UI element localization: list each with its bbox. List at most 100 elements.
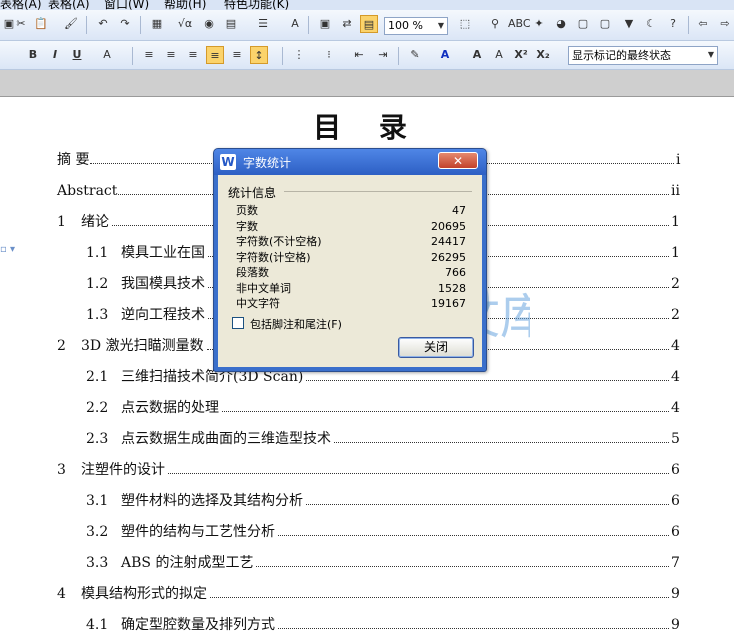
toc-entry-number: 1 <box>57 214 66 230</box>
toc-entry[interactable]: 3.2 塑件的结构与工艺性分析 6 <box>86 522 680 542</box>
chevron-down-icon[interactable]: ▼ <box>705 47 717 63</box>
reading-layout-icon[interactable]: ▤ <box>360 15 378 33</box>
toc-entry[interactable]: 3.1 塑件材料的选择及其结构分析 6 <box>86 491 680 511</box>
toc-entry[interactable]: 3.3 ABS 的注射成型工艺 7 <box>86 553 680 573</box>
toc-entry[interactable]: 2.2 点云数据的处理 4 <box>86 398 680 418</box>
show-marks-icon[interactable]: ⇄ <box>338 15 356 33</box>
shrink-font-icon[interactable]: A <box>490 46 508 64</box>
distribute-icon[interactable]: ≡ <box>228 46 246 64</box>
document-icon[interactable]: ▢ <box>574 15 592 33</box>
comment-icon[interactable]: ▼ <box>620 15 638 33</box>
toc-entry-number: 3 <box>57 462 66 478</box>
justify-icon[interactable]: ≡ <box>206 46 224 64</box>
highlight-icon[interactable]: ✎ <box>406 46 424 64</box>
statistic-row: 非中文单词 1528 <box>236 281 466 296</box>
toc-leader-dots <box>210 597 669 598</box>
menu-item-features[interactable]: 特色功能(K) <box>224 0 289 10</box>
statistic-row: 页数 47 <box>236 203 466 218</box>
toc-leader-dots <box>334 442 669 443</box>
numbering-icon[interactable]: ⋮ <box>290 46 308 64</box>
chevron-down-icon[interactable]: ▼ <box>435 18 447 34</box>
zoom-combo[interactable]: 100 % ▼ <box>384 17 448 35</box>
toc-entry-text: ABS 的注射成型工艺 <box>121 553 256 573</box>
text-direction-icon[interactable]: A <box>286 15 304 33</box>
close-button[interactable]: 关闭 <box>398 337 474 358</box>
redo-icon[interactable]: ↷ <box>116 15 134 33</box>
toc-entry-text: 3D 激光扫瞄测量数 <box>81 336 206 356</box>
zoom-value: 100 % <box>388 19 423 32</box>
spellcheck-icon[interactable]: ABC <box>508 15 531 33</box>
toc-entry-text: 逆向工程技术 <box>121 305 207 325</box>
toolbar-separator <box>308 16 309 34</box>
toc-entry-text: 模具工业在国 <box>121 243 207 263</box>
statistic-label: 页数 <box>236 204 258 217</box>
toc-leader-dots <box>168 473 669 474</box>
toc-entry-number: 4 <box>57 586 66 602</box>
decrease-indent-icon[interactable]: ⇤ <box>350 46 368 64</box>
toc-entry-page: i <box>676 152 681 168</box>
include-footnotes-checkbox[interactable] <box>232 317 244 329</box>
dialog-body: 统计信息 页数 47 字数 20695 字符数(不计空格) 24417 字符数(计空格) 26… <box>218 175 482 367</box>
moon-icon[interactable]: ☾ <box>642 15 660 33</box>
menu-item-window[interactable]: 窗口(W) <box>104 0 149 10</box>
italic-button[interactable]: I <box>46 46 64 64</box>
browser-icon[interactable]: ◕ <box>552 15 570 33</box>
template-icon[interactable]: ▢ <box>596 15 614 33</box>
statistic-label: 段落数 <box>236 266 269 279</box>
superscript-icon[interactable]: X² <box>512 46 530 64</box>
toc-entry-text: 塑件的结构与工艺性分析 <box>121 522 277 542</box>
menu-item-table[interactable]: 表格(A) <box>48 0 90 10</box>
menu-bar: 表格(A) 表格(A) 窗口(W) 帮助(H) 特色功能(K) <box>0 0 734 10</box>
toc-entry[interactable]: 2.3 点云数据生成曲面的三维造型技术 5 <box>86 429 680 449</box>
toc-entry[interactable]: 4 模具结构形式的拟定 9 <box>57 584 680 604</box>
font-color-icon[interactable]: A <box>436 46 454 64</box>
align-center-icon[interactable]: ≡ <box>162 46 180 64</box>
toc-entry[interactable]: 3 注塑件的设计 6 <box>57 460 680 480</box>
format-painter-icon[interactable]: 🖌 <box>62 15 80 33</box>
word-count-dialog: W 字数统计 ✕ 统计信息 页数 47 字数 20695 字符数(不计空格) 24417 字… <box>213 148 487 372</box>
char-shading-icon[interactable]: A <box>98 46 116 64</box>
cut-icon[interactable]: ✂ <box>12 15 30 33</box>
toc-entry-text: 绪论 <box>81 212 111 232</box>
paste-icon[interactable]: 📋 <box>32 15 50 33</box>
select-icon[interactable]: ⬚ <box>456 15 474 33</box>
toc-entry-page: 4 <box>671 400 680 416</box>
help-icon[interactable]: ? <box>664 15 682 33</box>
underline-button[interactable]: U <box>68 46 86 64</box>
undo-icon[interactable]: ↶ <box>94 15 112 33</box>
toc-entry-page: 1 <box>671 214 680 230</box>
research-icon[interactable]: ✦ <box>530 15 548 33</box>
chart-icon[interactable]: ◉ <box>200 15 218 33</box>
table-icon[interactable]: ▦ <box>148 15 166 33</box>
columns-icon[interactable]: ☰ <box>254 15 272 33</box>
bullets-icon[interactable]: ⁝ <box>320 46 338 64</box>
toc-entry-number: 4.1 <box>86 617 109 633</box>
find-icon[interactable]: ⚲ <box>486 15 504 33</box>
grow-font-icon[interactable]: A <box>468 46 486 64</box>
toolbar-separator <box>398 47 399 65</box>
increase-indent-icon[interactable]: ⇥ <box>374 46 392 64</box>
formula-icon[interactable]: √α <box>176 15 194 33</box>
markup-state-combo[interactable]: 显示标记的最终状态 ▼ <box>568 46 718 65</box>
toc-leader-dots <box>222 411 669 412</box>
wps-writer-icon: W <box>220 154 236 170</box>
toc-entry-page: 6 <box>671 462 680 478</box>
bold-button[interactable]: B <box>24 46 42 64</box>
menu-item-help[interactable]: 帮助(H) <box>164 0 206 10</box>
align-right-icon[interactable]: ≡ <box>184 46 202 64</box>
close-icon[interactable]: ✕ <box>438 152 478 169</box>
dialog-title-bar[interactable]: W 字数统计 ✕ <box>214 149 486 175</box>
back-icon[interactable]: ⇦ <box>694 15 712 33</box>
align-left-icon[interactable]: ≡ <box>140 46 158 64</box>
menu-item-table-label[interactable]: 表格(A) <box>0 0 42 10</box>
line-spacing-icon[interactable]: ↕ <box>250 46 268 64</box>
toc-entry-text: 我国模具技术 <box>121 274 207 294</box>
grid-icon[interactable]: ▤ <box>222 15 240 33</box>
subscript-icon[interactable]: X₂ <box>534 46 552 64</box>
print-preview-icon[interactable]: ▣ <box>316 15 334 33</box>
toc-entry[interactable]: 4.1 确定型腔数量及排列方式 9 <box>86 615 680 635</box>
forward-icon[interactable]: ⇨ <box>716 15 734 33</box>
toc-entry-page: 7 <box>671 555 680 571</box>
toolbar-separator <box>688 16 689 34</box>
include-footnotes-label[interactable]: 包括脚注和尾注(F) <box>250 316 342 332</box>
